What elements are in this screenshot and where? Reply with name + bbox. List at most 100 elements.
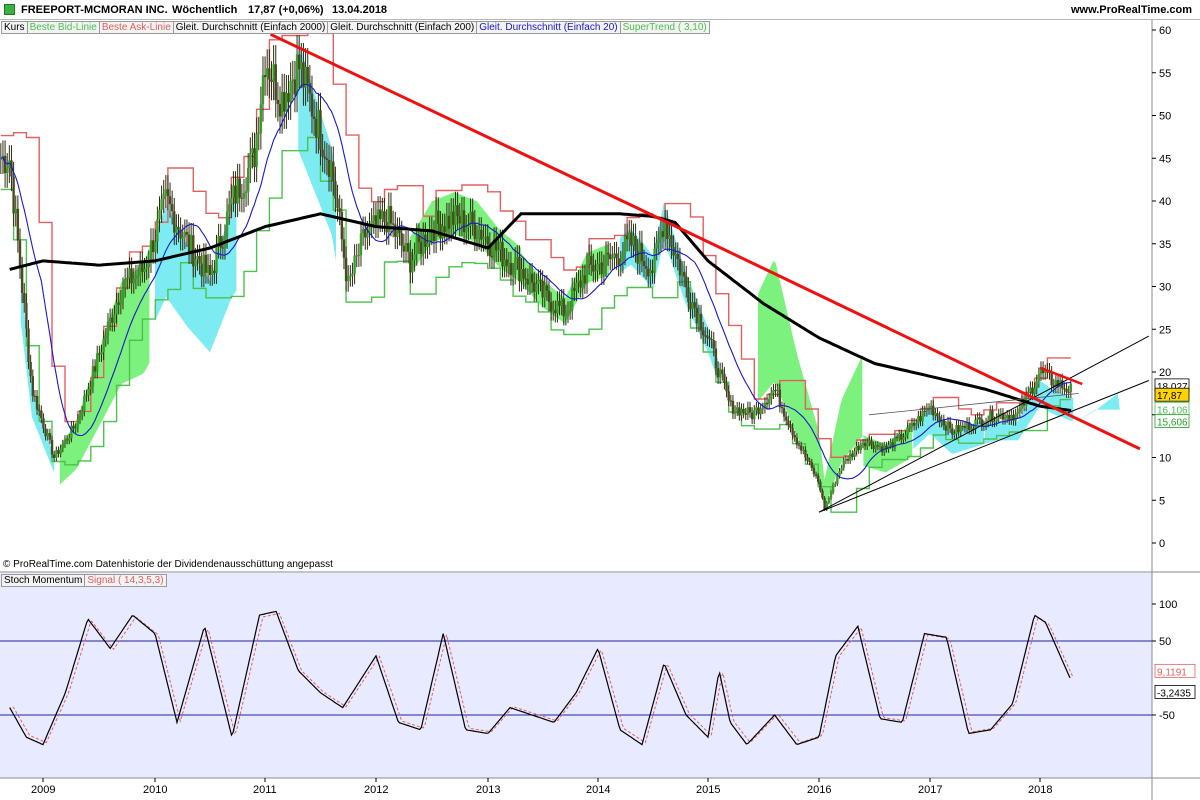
candle-body [128,268,131,279]
candle-body [579,280,582,288]
candle-body [970,428,973,430]
status-square-icon[interactable] [4,4,15,15]
candle-body [767,398,771,405]
candle-body [151,240,155,253]
candle-body [812,468,816,475]
candle-body [782,408,786,417]
candle-body [791,427,794,436]
legend-supertrend[interactable]: SuperTrend ( 3,10) [619,21,710,34]
candle-body [678,259,682,276]
candle-body [244,191,248,194]
candle-body [325,158,329,160]
candle-body [1050,372,1053,386]
candle-body [868,440,871,443]
candle-body [712,340,715,349]
candle-body [221,247,225,249]
candle-body [804,450,807,458]
candle-body [738,407,741,416]
candle-body [906,427,909,435]
candle-body [177,226,180,230]
candle-body [121,287,125,300]
candle-body [315,118,318,138]
candle-body [742,408,745,414]
candle-body [194,259,197,267]
candle-body [285,93,288,112]
candle-body [704,335,707,337]
candle-body [836,475,839,484]
candle-body [115,302,118,315]
candle-body [699,313,703,331]
candle-body [334,181,337,199]
candle-body [449,211,453,229]
candle-body [503,259,506,267]
candle-body [20,267,24,294]
candle-body [840,467,843,471]
candle-body [577,280,580,283]
candle-body [87,388,90,396]
legend-bid-line[interactable]: Beste Bid-Linie [26,21,100,34]
price-chart[interactable]: 60555045403530252015105018,02717,8716,10… [0,20,1200,800]
y-tick-label: 30 [1159,282,1171,294]
candle-body [674,253,677,256]
period-label[interactable]: Wöchentlich [172,4,237,16]
candle-body [202,254,206,277]
candle-body [902,437,905,440]
candle-body [908,427,912,429]
candle-body [76,418,80,428]
legend-ask-line[interactable]: Beste Ask-Linie [98,21,174,34]
legend-sma-20[interactable]: Gleit. Durchschnitt (Einfach 20) [476,21,621,34]
candle-body [391,223,395,225]
candle-body [253,148,256,168]
candle-body [344,257,348,282]
candle-body [111,317,114,323]
candle-body [770,392,773,399]
x-tick-label: 2017 [918,784,942,796]
candle-body [959,425,962,433]
candle-body [753,410,756,420]
candle-body [166,189,170,197]
candle-body [40,410,43,419]
candle-body [640,242,644,261]
candle-body [1029,387,1032,393]
legend-sma-2000[interactable]: Gleit. Durchschnitt (Einfach 2000) [172,21,329,34]
candle-body [499,241,502,250]
candle-body [355,255,358,257]
candle-body [398,229,401,234]
candle-body [505,259,508,267]
candle-body [219,236,222,248]
candle-body [23,293,26,304]
legend-stoch-signal[interactable]: Signal ( 14,3,5,3) [84,574,167,587]
candle-body [437,210,440,224]
site-url[interactable]: www.ProRealTime.com [1071,4,1192,16]
candle-body [613,253,616,258]
candle-body [100,352,103,355]
candle-body [568,310,572,312]
candle-body [332,161,335,182]
legend-sma-200[interactable]: Gleit. Durchschnitt (Einfach 200) [327,21,478,34]
candle-body [409,251,412,273]
candle-body [160,199,163,210]
stoch-pane[interactable] [0,573,1152,778]
candle-body [439,223,442,239]
candle-body [477,229,481,238]
candle-body [467,226,470,228]
stoch-y-tick-label: 50 [1159,636,1171,648]
candle-body [511,273,515,275]
candle-body [819,481,822,491]
candle-body [189,235,193,253]
legend-stoch-momentum[interactable]: Stoch Momentum [1,574,86,587]
candle-body [372,215,375,222]
candle-body [106,321,110,337]
candle-body [528,273,532,285]
candle-body [1018,408,1022,413]
candle-body [944,425,948,431]
candle-body [535,283,538,292]
candle-body [454,205,457,225]
candle-body [1065,388,1068,392]
candle-body [547,290,551,302]
legend-kurs[interactable]: Kurs [1,21,28,34]
candle-body [659,231,663,239]
candle-body [141,262,144,272]
candle-body [206,264,210,273]
candle-body [651,270,654,273]
